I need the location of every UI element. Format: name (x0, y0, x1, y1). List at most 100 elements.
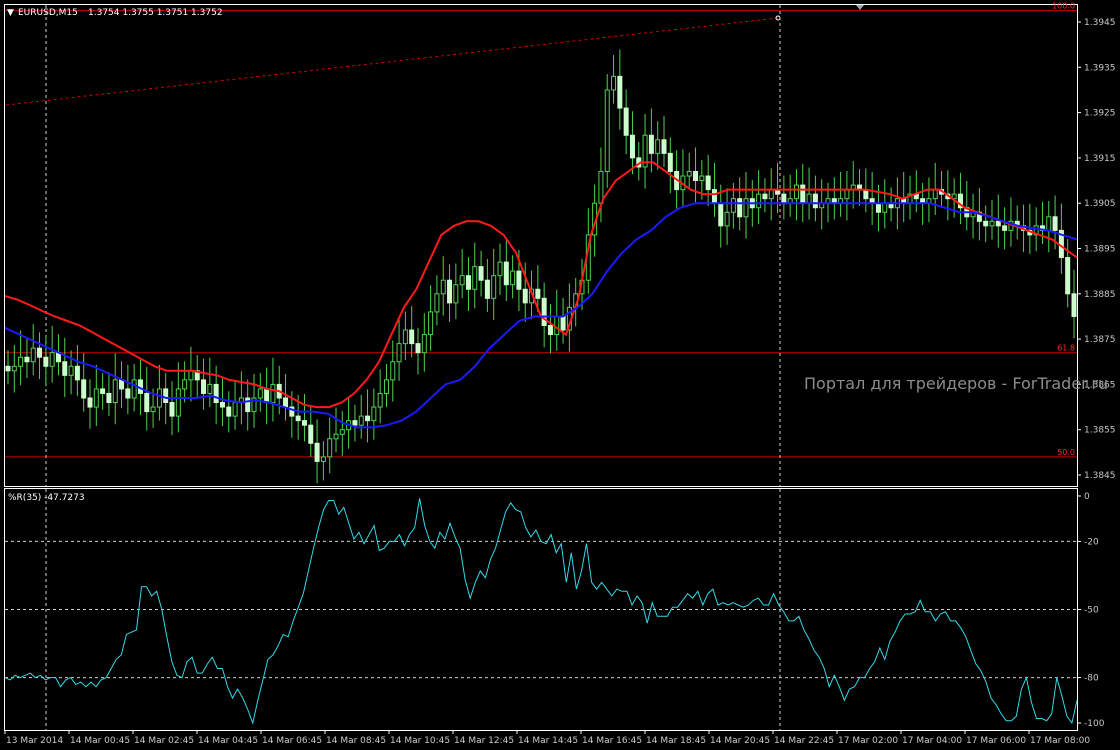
candle-bear (74, 365, 80, 381)
candle-bear (983, 220, 989, 227)
candle-bear (81, 379, 87, 399)
symbol-label: EURUSD,M15 (18, 8, 78, 18)
candle-bull (768, 189, 774, 200)
candle-bear (667, 152, 673, 172)
price-tick-label: 1.3845 (1084, 471, 1116, 481)
candle-bear (283, 397, 289, 408)
candle-bear (100, 388, 106, 394)
candle-bull (18, 356, 24, 367)
candle-bear (5, 365, 11, 372)
candle-bull (491, 275, 497, 299)
candle-bull (806, 193, 812, 204)
time-tick-label: 14 Mar 06:45 (262, 736, 322, 746)
time-tick-label: 14 Mar 00:45 (70, 736, 130, 746)
candle-bull (257, 388, 263, 399)
candle-bear (762, 193, 768, 200)
candle-bull (428, 311, 434, 336)
time-tick-label: 13 Mar 2014 (6, 736, 63, 746)
fib-level-label: 100.0 (1052, 2, 1075, 11)
candle-bear (547, 325, 553, 336)
candle-bull (604, 89, 610, 172)
candle-bull (440, 279, 446, 295)
price-tick-label: 1.3905 (1084, 199, 1116, 209)
candle-bull (270, 383, 276, 404)
candle-bull (333, 433, 339, 440)
candle-bear (705, 175, 711, 191)
time-axis: 13 Mar 2014 14 Mar 00:45 14 Mar 02:45 14 Ma… (4, 730, 1090, 746)
candle-bear (711, 189, 717, 204)
price-tick-label: 1.3925 (1084, 109, 1116, 119)
candle-bull (156, 388, 162, 408)
candle-bear (301, 420, 307, 426)
chart-menu-icon[interactable]: ▼ (7, 8, 14, 18)
candle-bear (308, 424, 314, 444)
candle-bear (219, 402, 225, 408)
time-tick-label: 14 Mar 10:45 (390, 736, 450, 746)
candle-bull (402, 329, 408, 345)
candle-bull (371, 406, 377, 422)
candle-bull (510, 270, 516, 286)
shift-marker-icon[interactable] (856, 5, 864, 10)
candle-bull (175, 388, 181, 417)
time-tick-label: 14 Mar 14:45 (518, 736, 578, 746)
candle-bull (611, 75, 617, 91)
candle-bear (1071, 293, 1077, 317)
candle-bull (453, 284, 459, 304)
indicator-tick-label: -80 (1084, 674, 1099, 684)
candle-bear (447, 279, 453, 304)
candle-bear (163, 388, 169, 404)
candle-bear (245, 397, 251, 413)
indicator-tick-label: -50 (1084, 606, 1099, 616)
candle-bull (327, 438, 333, 458)
candle-bear (629, 134, 635, 159)
candle-bull (743, 198, 749, 218)
candle-bear (226, 406, 232, 417)
candle-bear (648, 134, 654, 154)
candle-bear (213, 383, 219, 404)
candle-bear (1052, 216, 1058, 231)
candle-bull (320, 456, 326, 462)
candle-bear (875, 202, 881, 213)
price-tick-label: 1.3895 (1084, 245, 1116, 255)
candle-bull (232, 402, 238, 417)
price-axis: 1.3945 1.3935 1.3925 1.3915 1.3905 1.3895 1.38… (1077, 18, 1116, 481)
candle-bear (781, 193, 787, 204)
candle-bear (87, 397, 93, 408)
candle-bull (497, 261, 503, 277)
candle-bull (756, 193, 762, 209)
candle-bull (724, 211, 730, 227)
candle-bear (144, 392, 150, 413)
time-tick-label: 17 Mar 08:00 (1030, 736, 1090, 746)
candle-bear (1065, 257, 1071, 295)
candle-bear (62, 361, 68, 376)
candle-bear (541, 297, 547, 327)
candle-bull (932, 189, 938, 200)
candle-bear (800, 184, 806, 204)
candle-bull (131, 379, 137, 399)
candle-bear (415, 343, 421, 354)
indicator-tick-label: -20 (1084, 537, 1099, 547)
candle-bull (207, 383, 213, 394)
chart-window[interactable]: 100.0 61.8 50.0 1.3945 1.3935 1.3925 1.3915 1.… (0, 0, 1120, 750)
candle-bull (182, 379, 188, 390)
candle-bull (459, 275, 465, 286)
candle-bear (693, 170, 699, 182)
candle-bull (472, 266, 478, 290)
candle-bear (106, 392, 112, 404)
time-tick-label: 17 Mar 02:00 (838, 736, 898, 746)
williams-r-indicator (4, 498, 1078, 725)
candle-bear (465, 275, 471, 290)
candle-bear (352, 420, 358, 426)
time-tick-label: 14 Mar 08:45 (326, 736, 386, 746)
candle-bear (295, 415, 301, 422)
candle-bear (737, 198, 743, 218)
candle-bear (995, 220, 1001, 227)
price-tick-label: 1.3875 (1084, 335, 1116, 345)
price-tick-label: 1.3945 (1084, 18, 1116, 28)
candle-bear (623, 107, 629, 136)
candle-bull (49, 352, 55, 367)
ohlc-readout: 1.3754 1.3755 1.3751 1.3752 (88, 8, 223, 18)
time-tick-label: 14 Mar 18:45 (646, 736, 706, 746)
candle-bear (43, 356, 49, 367)
candle-bull (93, 388, 99, 408)
